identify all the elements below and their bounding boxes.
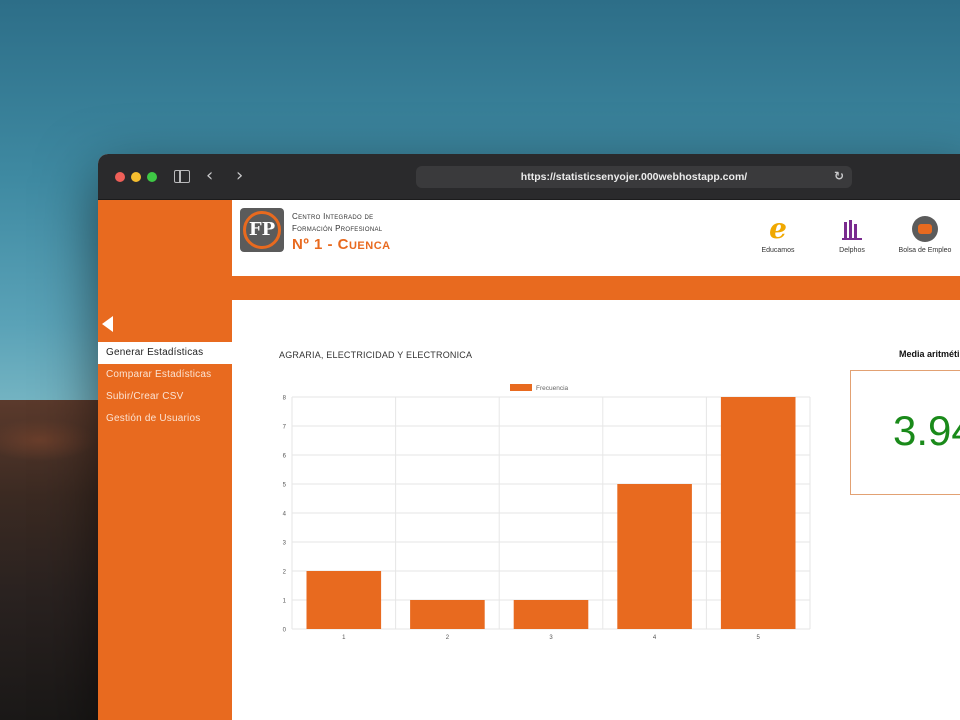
bar (513, 600, 589, 629)
y-tick-label: 7 (283, 425, 287, 431)
address-bar[interactable]: https://statisticsenyojer.000webhostapp.… (416, 166, 852, 188)
educamos-link[interactable]: e Educamos (748, 212, 808, 255)
logo-text: FP (248, 219, 276, 240)
fp-logo[interactable]: FP (240, 208, 284, 252)
minimize-window-button[interactable] (131, 172, 141, 182)
educamos-label: Educamos (761, 247, 795, 254)
bolsa-empleo-label: Bolsa de Empleo (898, 247, 952, 254)
educamos-icon: e (769, 212, 787, 245)
sidebar-menu: Generar Estadísticas Comparar Estadístic… (98, 342, 232, 430)
chart-title: AGRARIA, ELECTRICIDAD Y ELECTRONICA (279, 350, 473, 360)
maximize-window-button[interactable] (147, 172, 157, 182)
browser-window: ‹ › https://statisticsenyojer.000webhost… (98, 154, 960, 720)
main-panel: AGRARIA, ELECTRICIDAD Y ELECTRONICA 0 1 2 3… (232, 300, 960, 720)
bar (617, 484, 692, 629)
bolsa-empleo-link[interactable]: Bolsa de Empleo (895, 216, 955, 254)
y-tick-label: 6 (283, 454, 287, 460)
browser-titlebar: ‹ › https://statisticsenyojer.000webhost… (98, 154, 960, 200)
x-tick-label: 3 (549, 635, 553, 641)
x-tick-label: 5 (757, 635, 761, 641)
stat-title: Media aritméti (899, 349, 960, 359)
close-window-button[interactable] (115, 172, 125, 182)
y-tick-label: 3 (283, 541, 287, 547)
org-name-line1: Centro Integrado de (292, 212, 374, 221)
delphos-label: Delphos (839, 247, 865, 254)
reload-icon[interactable]: ↻ (834, 169, 844, 183)
bar (720, 397, 796, 629)
forward-icon[interactable]: › (236, 167, 243, 185)
url-text: https://statisticsenyojer.000webhostapp.… (520, 171, 748, 183)
x-tick-label: 2 (446, 635, 450, 641)
frequency-bar-chart: 0 1 2 3 4 5 6 7 8 Frecuencia 1 2 3 4 5 (283, 384, 811, 641)
stat-card: 3.94 (850, 370, 960, 495)
y-tick-label: 4 (283, 512, 287, 518)
header-accent-bar (232, 276, 960, 300)
desktop-wallpaper (0, 400, 110, 720)
bar (410, 600, 485, 629)
delphos-icon (842, 220, 862, 240)
sidebar: Generar Estadísticas Comparar Estadístic… (98, 200, 232, 720)
site-header: FP Centro Integrado de Formación Profesi… (232, 200, 960, 276)
x-tick-label: 4 (653, 635, 657, 641)
stat-value: 3.94 (893, 407, 960, 454)
collapse-sidebar-icon[interactable] (102, 316, 113, 332)
org-name-line3: Nº 1 - Cuenca (292, 236, 391, 253)
page-content: Generar Estadísticas Comparar Estadístic… (98, 200, 960, 720)
y-tick-label: 5 (283, 483, 287, 489)
legend-label: Frecuencia (536, 385, 569, 392)
y-tick-label: 2 (283, 570, 287, 576)
back-icon[interactable]: ‹ (206, 167, 213, 185)
y-tick-label: 0 (283, 628, 287, 634)
sidebar-item-gestion-usuarios[interactable]: Gestión de Usuarios (98, 408, 232, 430)
sidebar-toggle-icon[interactable] (174, 170, 190, 183)
y-tick-label: 1 (283, 599, 287, 605)
bolsa-empleo-icon (912, 216, 938, 242)
org-name-line2: Formación Profesional (292, 224, 383, 233)
legend-swatch (510, 384, 532, 391)
x-tick-label: 1 (342, 635, 346, 641)
y-tick-label: 8 (283, 396, 287, 402)
sidebar-item-generar-estadisticas[interactable]: Generar Estadísticas (98, 342, 232, 364)
sidebar-item-subir-crear-csv[interactable]: Subir/Crear CSV (98, 386, 232, 408)
bar (306, 571, 382, 629)
delphos-link[interactable]: Delphos (822, 216, 882, 254)
sidebar-item-comparar-estadisticas[interactable]: Comparar Estadísticas (98, 364, 232, 386)
